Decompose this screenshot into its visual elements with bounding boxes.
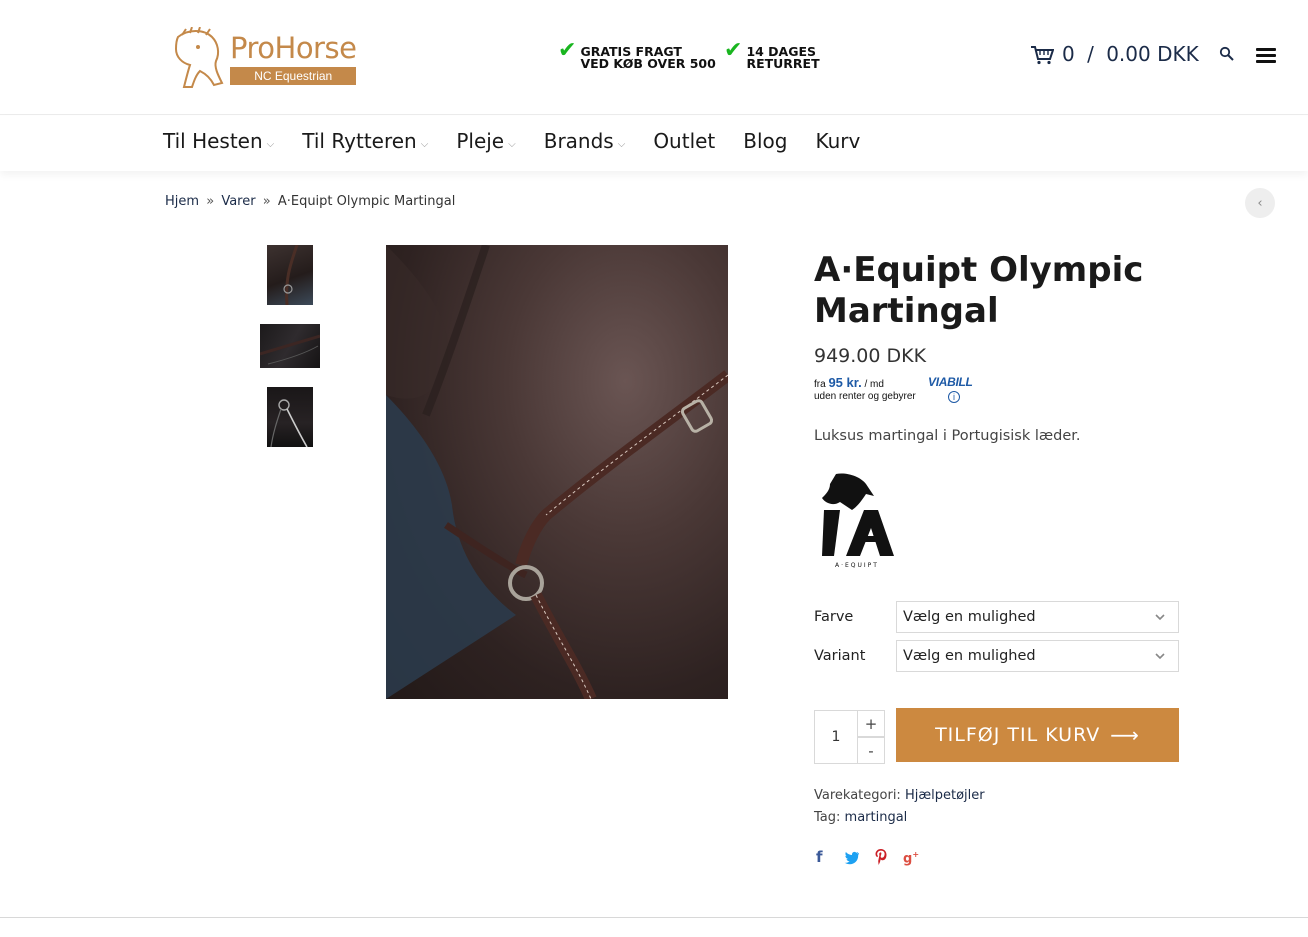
chevron-down-icon: ⌵ [508, 138, 516, 150]
cart-count: 0 [1062, 42, 1075, 66]
product-price: 949.00 DKK [814, 345, 927, 367]
viabill-logo: VIABILL [928, 375, 973, 389]
variant-select[interactable]: Vælg en mulighed [896, 640, 1179, 672]
nav-item-pleje[interactable]: Pleje ⌵ [456, 129, 515, 153]
breadcrumb-category-link[interactable]: Varer [221, 194, 255, 209]
site-header: ProHorse NC Equestrian ✔ GRATIS FRAGT VE… [0, 0, 1308, 115]
logo-subtitle: NC Equestrian [230, 67, 357, 85]
product-category-meta: Varekategori: Hjælpetøjler [814, 788, 985, 803]
viabill-note: uden renter og gebyrer [814, 391, 916, 402]
add-to-cart-label: TILFØJ TIL KURV [935, 724, 1101, 746]
product-tag-meta: Tag: martingal [814, 810, 907, 825]
nav-item-label: Til Hesten [163, 129, 263, 153]
cart-separator: / [1087, 42, 1094, 66]
quantity-increase-button[interactable]: + [857, 710, 885, 737]
nav-item-til-hesten[interactable]: Til Hesten ⌵ [163, 129, 274, 153]
cart-total: 0.00 DKK [1106, 42, 1199, 66]
twitter-share-icon[interactable] [844, 851, 860, 865]
viabill-widget[interactable]: fra 95 kr. / md uden renter og gebyrer V… [814, 375, 994, 409]
farve-select[interactable]: Vælg en mulighed [896, 601, 1179, 633]
horse-logo-icon [174, 27, 224, 88]
chevron-left-icon: ‹ [1257, 195, 1263, 211]
variation-label: Variant [814, 648, 866, 664]
nav-item-label: Outlet [653, 129, 716, 153]
facebook-share-icon[interactable]: f [816, 848, 823, 866]
footer-divider [0, 917, 1308, 918]
category-label: Varekategori: [814, 788, 901, 803]
main-navigation: Til Hesten ⌵ Til Rytteren ⌵ Pleje ⌵ Bran… [0, 116, 1308, 171]
hamburger-menu-icon[interactable] [1256, 48, 1276, 64]
previous-product-button[interactable]: ‹ [1245, 188, 1275, 218]
header-cart[interactable]: 0 / 0.00 DKK [1030, 42, 1199, 66]
product-thumbnail[interactable] [267, 387, 313, 447]
logo-name: ProHorse [230, 31, 357, 65]
select-value: Vælg en mulighed [903, 609, 1036, 625]
nav-item-brands[interactable]: Brands ⌵ [544, 129, 626, 153]
nav-item-label: Brands [543, 129, 614, 153]
usp-return-policy: ✔ 14 DAGES RETURRET [724, 38, 820, 71]
product-thumbnail[interactable] [260, 324, 320, 368]
chevron-down-icon: ⌵ [617, 138, 626, 150]
product-photo [386, 245, 728, 699]
breadcrumb-separator: » [206, 194, 215, 209]
quantity-input[interactable]: 1 [814, 710, 858, 764]
usp-line2: VED KØB OVER 500 [580, 56, 716, 71]
nav-item-blog[interactable]: Blog [743, 129, 787, 153]
variation-row-farve: Farve Vælg en mulighed [814, 601, 1179, 633]
brand-logo-text: A·EQUIPT [835, 562, 879, 569]
pinterest-share-icon[interactable] [875, 849, 887, 865]
product-thumbnail[interactable] [267, 245, 313, 305]
viabill-from: fra [814, 379, 826, 390]
thumbnail-image [270, 399, 308, 447]
thumbnail-image [260, 334, 320, 365]
brand-logo-aequipt[interactable]: A·EQUIPT [816, 470, 898, 570]
category-link[interactable]: Hjælpetøjler [905, 788, 985, 803]
nav-item-kurv[interactable]: Kurv [816, 129, 861, 153]
viabill-per: / md [864, 379, 884, 390]
quantity-decrease-button[interactable]: - [857, 737, 885, 764]
chevron-down-icon: ⌵ [266, 138, 275, 150]
check-icon: ✔ [558, 38, 577, 63]
nav-item-label: Pleje [456, 129, 505, 153]
info-icon[interactable]: i [948, 391, 960, 403]
add-to-cart-button[interactable]: TILFØJ TIL KURV ⟶ [896, 708, 1179, 762]
chevron-down-icon [1155, 653, 1165, 660]
tag-label: Tag: [814, 810, 841, 825]
tag-link[interactable]: martingal [845, 810, 908, 825]
usp-free-shipping: ✔ GRATIS FRAGT VED KØB OVER 500 [558, 38, 716, 71]
viabill-amount: 95 kr. [828, 375, 862, 390]
nav-item-label: Til Rytteren [302, 129, 417, 153]
search-icon[interactable] [1219, 46, 1235, 62]
breadcrumb-home-link[interactable]: Hjem [165, 194, 199, 209]
nav-item-til-rytteren[interactable]: Til Rytteren ⌵ [302, 129, 428, 153]
nav-item-label: Blog [743, 129, 788, 153]
site-logo[interactable]: ProHorse NC Equestrian [168, 26, 358, 92]
chevron-down-icon: ⌵ [420, 138, 429, 150]
product-short-description: Luksus martingal i Portugisisk læder. [814, 428, 1081, 444]
nav-item-outlet[interactable]: Outlet [653, 129, 715, 153]
arrow-right-icon: ⟶ [1110, 723, 1140, 747]
select-value: Vælg en mulighed [903, 648, 1036, 664]
breadcrumb-current: A·Equipt Olympic Martingal [277, 194, 456, 209]
breadcrumb-separator: » [262, 194, 271, 209]
variation-row-variant: Variant Vælg en mulighed [814, 640, 1179, 672]
check-icon: ✔ [724, 38, 743, 63]
usp-line2: RETURRET [746, 56, 820, 71]
breadcrumb: Hjem » Varer » A·Equipt Olympic Martinga… [165, 194, 455, 209]
product-title: A·Equipt Olympic Martingal [814, 250, 1144, 331]
product-main-image[interactable] [386, 245, 728, 699]
basket-icon [1031, 46, 1054, 65]
nav-item-label: Kurv [815, 129, 861, 153]
google-plus-share-icon[interactable]: g+ [903, 850, 919, 866]
variation-label: Farve [814, 609, 854, 625]
thumbnail-image [283, 245, 299, 305]
chevron-down-icon [1155, 614, 1165, 621]
